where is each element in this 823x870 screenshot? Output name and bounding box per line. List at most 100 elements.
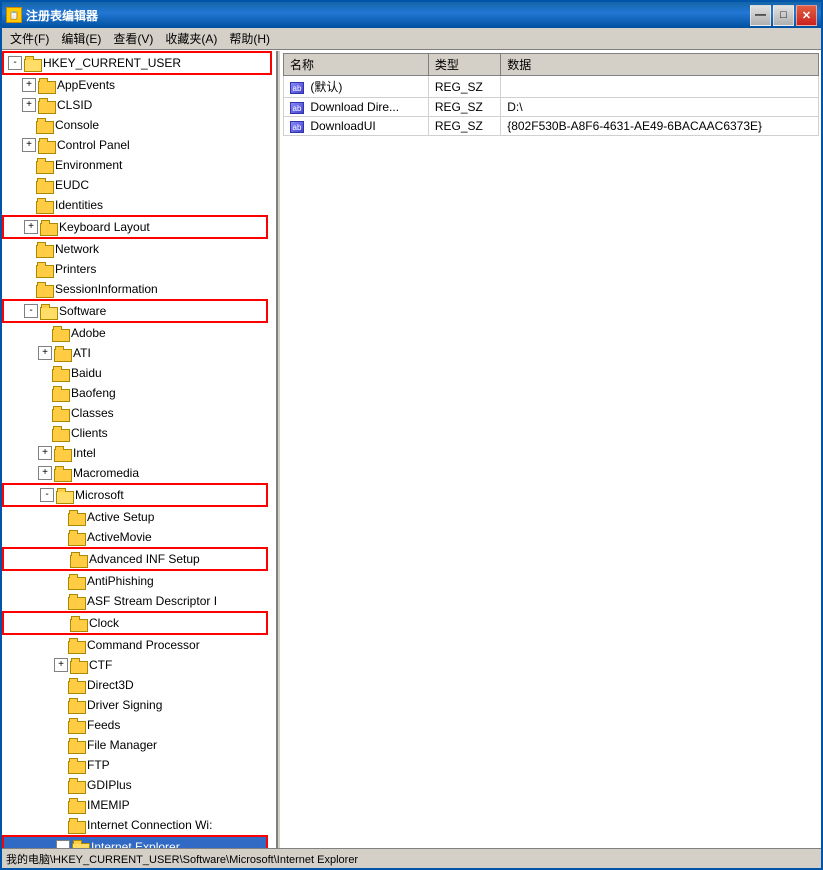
tree-item-gdiplus[interactable]: GDIPlus [2, 775, 276, 795]
filemanager-no-expander [54, 738, 68, 752]
baidu-folder-icon [52, 366, 68, 380]
intel-expander[interactable]: + [38, 446, 52, 460]
adobe-folder-icon [52, 326, 68, 340]
tree-item-activemovie[interactable]: ActiveMovie [2, 527, 276, 547]
keyboardlayout-expander[interactable]: + [24, 220, 38, 234]
tree-item-baofeng[interactable]: Baofeng [2, 383, 276, 403]
advancedinfsetup-label: Advanced INF Setup [89, 550, 200, 568]
status-bar: 我的电脑\HKEY_CURRENT_USER\Software\Microsof… [2, 848, 821, 868]
tree-item-macromedia[interactable]: + Macromedia [2, 463, 276, 483]
tree-item-ftp[interactable]: FTP [2, 755, 276, 775]
row0-data [501, 76, 819, 98]
macromedia-expander[interactable]: + [38, 466, 52, 480]
menu-help[interactable]: 帮助(H) [223, 28, 276, 49]
tree-item-printers[interactable]: Printers [2, 259, 276, 279]
activesetup-folder-icon [68, 510, 84, 524]
advancedinfsetup-folder-icon [70, 552, 86, 566]
gdiplus-no-expander [54, 778, 68, 792]
tree-item-sessioninfo[interactable]: SessionInformation [2, 279, 276, 299]
tree-item-adobe[interactable]: Adobe [2, 323, 276, 343]
tree-item-identities[interactable]: Identities [2, 195, 276, 215]
tree-item-clock[interactable]: Clock [4, 613, 266, 633]
internetexplorer-expander[interactable]: - [56, 840, 70, 848]
tree-root[interactable]: - HKEY_CURRENT_USER [2, 51, 272, 75]
table-row[interactable]: ab (默认) REG_SZ [284, 76, 819, 98]
controlpanel-expander[interactable]: + [22, 138, 36, 152]
microsoft-expander[interactable]: - [40, 488, 54, 502]
tree-item-controlpanel[interactable]: + Control Panel [2, 135, 276, 155]
tree-item-filemanager[interactable]: File Manager [2, 735, 276, 755]
tree-item-console[interactable]: Console [2, 115, 276, 135]
tree-item-environment[interactable]: Environment [2, 155, 276, 175]
antiphishing-folder-icon [68, 574, 84, 588]
row1-type: REG_SZ [428, 98, 500, 117]
tree-item-commandprocessor[interactable]: Command Processor [2, 635, 276, 655]
ctf-expander[interactable]: + [54, 658, 68, 672]
tree-item-direct3d[interactable]: Direct3D [2, 675, 276, 695]
tree-item-driversigning[interactable]: Driver Signing [2, 695, 276, 715]
tree-item-classes[interactable]: Classes [2, 403, 276, 423]
clsid-expander[interactable]: + [22, 98, 36, 112]
eudc-no-expander [22, 178, 36, 192]
antiphishing-no-expander [54, 574, 68, 588]
tree-item-internetexplorer[interactable]: - Internet Explorer [4, 837, 266, 848]
tree-item-keyboardlayout[interactable]: + Keyboard Layout [2, 215, 268, 239]
direct3d-no-expander [54, 678, 68, 692]
tree-item-ctf[interactable]: + CTF [2, 655, 276, 675]
tree-item-intel[interactable]: + Intel [2, 443, 276, 463]
menu-edit[interactable]: 编辑(E) [55, 28, 107, 49]
ati-expander[interactable]: + [38, 346, 52, 360]
tree-item-microsoft[interactable]: - Microsoft [4, 485, 266, 505]
software-expander[interactable]: - [24, 304, 38, 318]
reg-icon-2: ab [290, 121, 304, 133]
appevents-label: AppEvents [57, 76, 115, 94]
tree-item-network[interactable]: Network [2, 239, 276, 259]
tree-item-antiphishing[interactable]: AntiPhishing [2, 571, 276, 591]
tree-item-advancedinfsetup[interactable]: Advanced INF Setup [4, 549, 266, 569]
ati-label: ATI [73, 344, 91, 362]
registry-editor-window: 📋 注册表编辑器 — □ ✕ 文件(F) 编辑(E) 查看(V) 收藏夹(A) … [0, 0, 823, 870]
microsoft-label: Microsoft [75, 486, 124, 504]
tree-item-eudc[interactable]: EUDC [2, 175, 276, 195]
gdiplus-folder-icon [68, 778, 84, 792]
table-row[interactable]: ab Download Dire... REG_SZ D:\ [284, 98, 819, 117]
tree-item-appevents[interactable]: + AppEvents [2, 75, 276, 95]
tree-item-baidu[interactable]: Baidu [2, 363, 276, 383]
tree-item-advancedinfsetup-wrapper: Advanced INF Setup [2, 547, 268, 571]
imemip-label: IMEMIP [87, 796, 130, 814]
tree-item-software[interactable]: - Software [4, 301, 266, 321]
tree-item-ati[interactable]: + ATI [2, 343, 276, 363]
driversigning-label: Driver Signing [87, 696, 162, 714]
row0-name: ab (默认) [284, 76, 429, 98]
tree-item-asfstream[interactable]: ASF Stream Descriptor I [2, 591, 276, 611]
ftp-folder-icon [68, 758, 84, 772]
menu-favorites[interactable]: 收藏夹(A) [159, 28, 223, 49]
table-row[interactable]: ab DownloadUI REG_SZ {802F530B-A8F6-4631… [284, 117, 819, 136]
imemip-no-expander [54, 798, 68, 812]
driversigning-no-expander [54, 698, 68, 712]
printers-label: Printers [55, 260, 96, 278]
tree-item-internetconnection[interactable]: Internet Connection Wi: [2, 815, 276, 835]
tree-item-activesetup[interactable]: Active Setup [2, 507, 276, 527]
clock-label: Clock [89, 614, 119, 632]
direct3d-folder-icon [68, 678, 84, 692]
sessioninfo-folder-icon [36, 282, 52, 296]
menu-file[interactable]: 文件(F) [4, 28, 55, 49]
tree-item-feeds[interactable]: Feeds [2, 715, 276, 735]
menu-view[interactable]: 查看(V) [107, 28, 159, 49]
minimize-button[interactable]: — [750, 5, 771, 26]
clsid-label: CLSID [57, 96, 92, 114]
col-data-header: 数据 [501, 54, 819, 76]
asfstream-no-expander [54, 594, 68, 608]
maximize-button[interactable]: □ [773, 5, 794, 26]
baofeng-no-expander [38, 386, 52, 400]
adobe-label: Adobe [71, 324, 106, 342]
printers-folder-icon [36, 262, 52, 276]
tree-item-imemip[interactable]: IMEMIP [2, 795, 276, 815]
sessioninfo-no-expander [22, 282, 36, 296]
close-button[interactable]: ✕ [796, 5, 817, 26]
appevents-expander[interactable]: + [22, 78, 36, 92]
root-expander[interactable]: - [8, 56, 22, 70]
tree-item-clients[interactable]: Clients [2, 423, 276, 443]
tree-item-clsid[interactable]: + CLSID [2, 95, 276, 115]
